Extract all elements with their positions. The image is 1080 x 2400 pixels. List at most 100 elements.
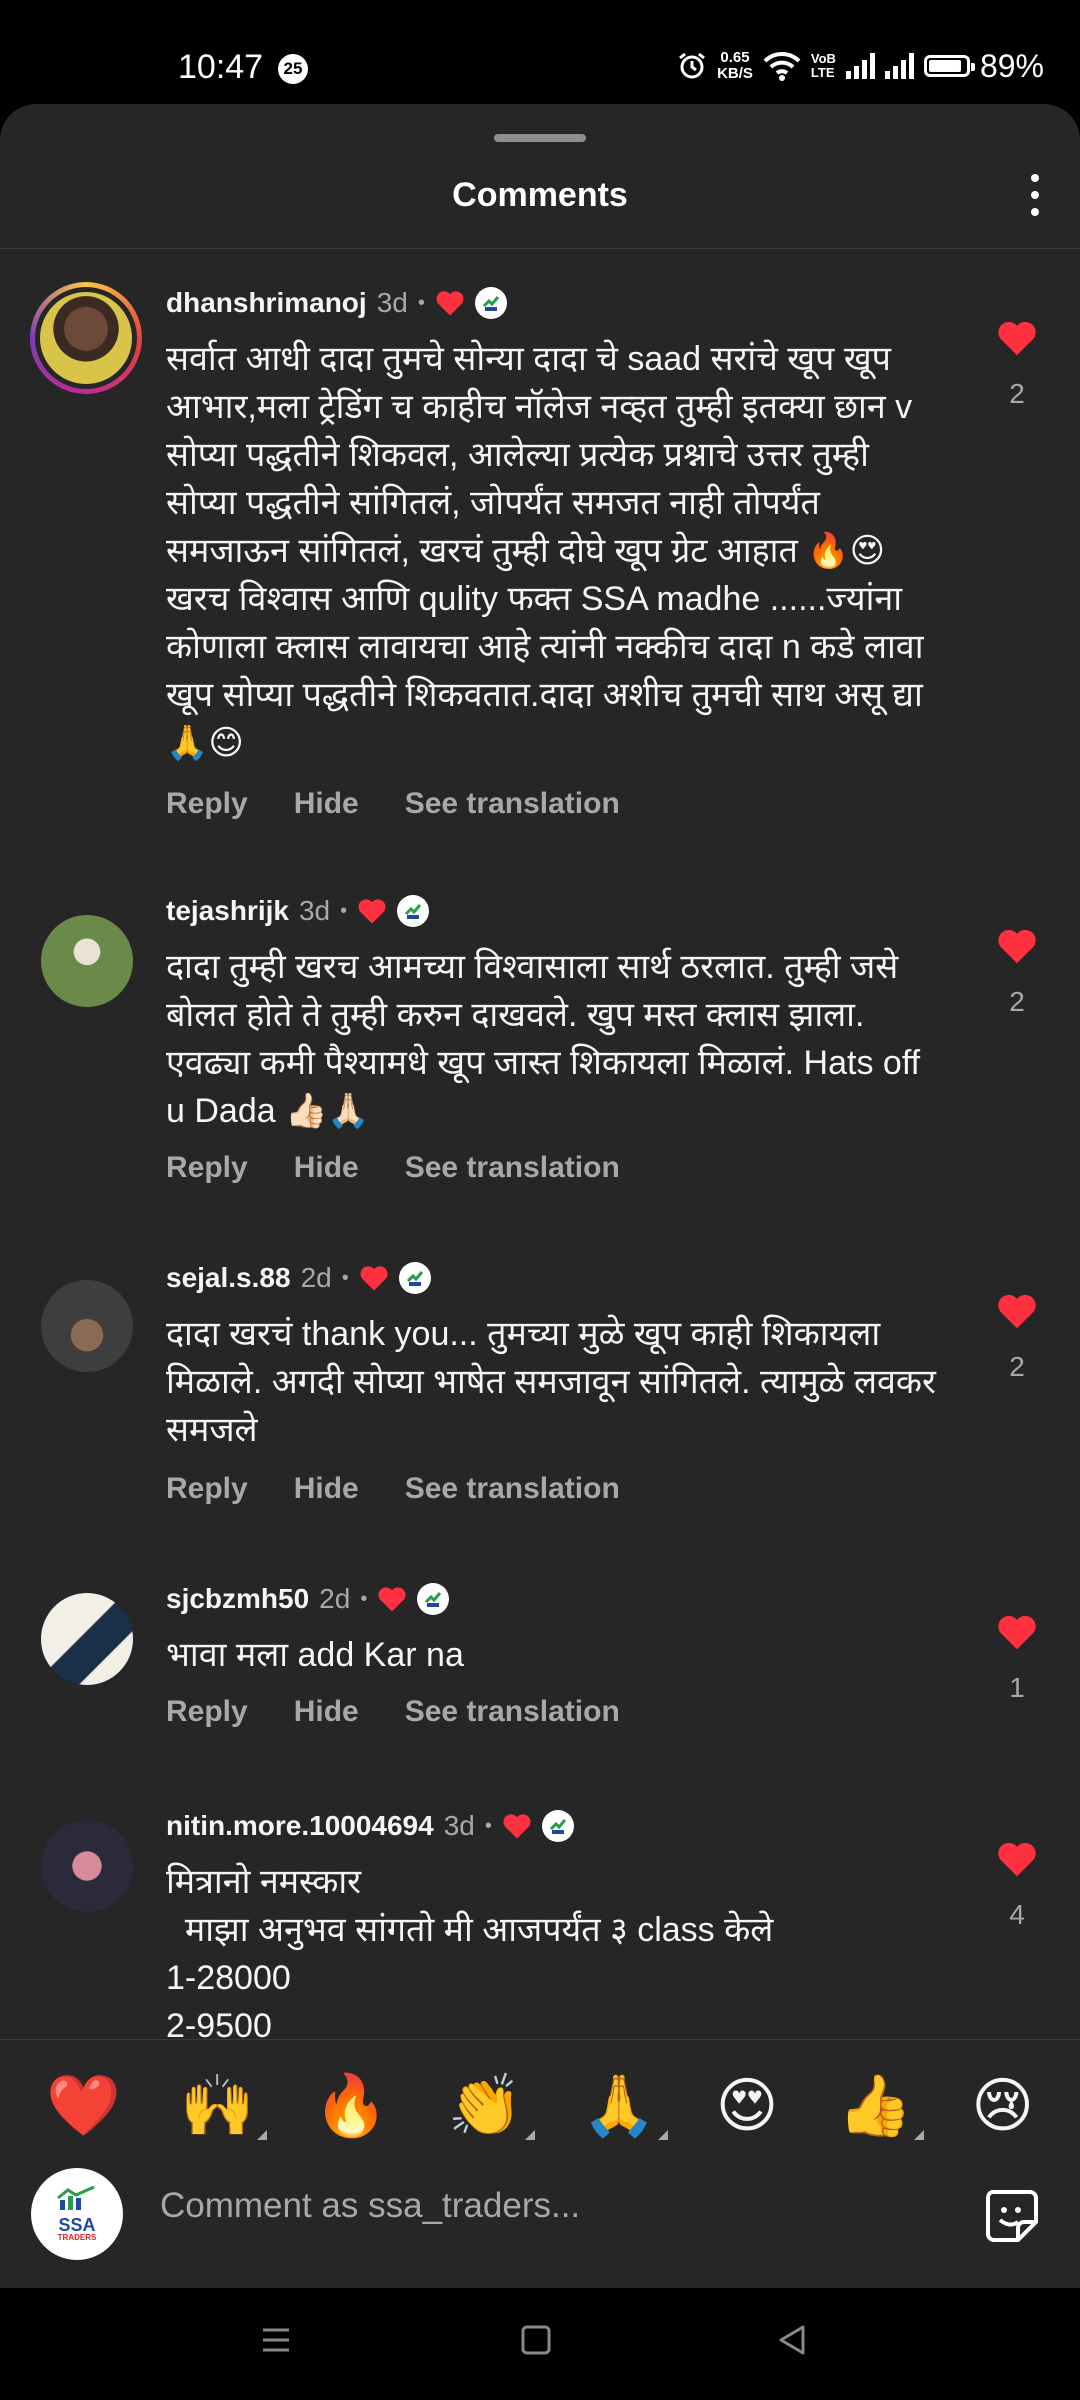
comment-actions: Reply Hide See translation <box>166 1151 620 1185</box>
comments-sheet: Comments dhanshrimanoj 3d • सर्वात आधी द… <box>0 104 1080 2288</box>
see-translation-button[interactable]: See translation <box>405 1472 620 1506</box>
see-translation-button[interactable]: See translation <box>405 1151 620 1185</box>
avatar[interactable] <box>40 292 132 384</box>
comments-list[interactable]: dhanshrimanoj 3d • सर्वात आधी दादा तुमचे… <box>0 249 1080 2039</box>
comment-username[interactable]: sjcbzmh50 <box>166 1583 309 1615</box>
comment-composer-panel: ❤️ 🙌 🔥 👏 🙏 😍 👍 😢 SSA TRADERS Comment as … <box>0 2039 1080 2288</box>
comment-text: भावा मला add Kar na <box>166 1636 464 1674</box>
creator-liked-heart-icon <box>436 291 464 316</box>
avatar[interactable] <box>41 1280 133 1372</box>
reaction-pray[interactable]: 🙏 <box>582 2066 669 2146</box>
creator-avatar-icon <box>541 1810 574 1842</box>
wifi-icon <box>763 51 801 81</box>
separator-dot: • <box>341 1266 349 1289</box>
comment-username[interactable]: sejal.s.88 <box>166 1262 291 1294</box>
like-count: 2 <box>1009 1351 1025 1382</box>
comment-time: 3d <box>376 287 408 318</box>
comment-time: 2d <box>300 1262 332 1293</box>
comment-header: sejal.s.88 2d • <box>166 1262 431 1294</box>
ssa-logo-text: SSA <box>58 2215 96 2235</box>
comment-username[interactable]: dhanshrimanoj <box>166 287 367 319</box>
comment-header: nitin.more.10004694 3d • <box>166 1810 574 1842</box>
like-control: 2 <box>992 319 1042 410</box>
network-speed: 0.65 KB/S <box>717 49 753 82</box>
separator-dot: • <box>360 1587 368 1610</box>
comment-username[interactable]: nitin.more.10004694 <box>166 1810 434 1842</box>
see-translation-button[interactable]: See translation <box>405 787 620 821</box>
heart-icon[interactable] <box>996 927 1038 965</box>
sheet-title: Comments <box>452 176 628 214</box>
avatar[interactable] <box>41 1820 133 1912</box>
more-options-icon[interactable] <box>1030 174 1040 216</box>
ssa-logo-icon <box>57 2185 95 2210</box>
reply-button[interactable]: Reply <box>166 1695 248 1729</box>
like-count: 2 <box>1009 378 1025 409</box>
creator-liked-heart-icon <box>360 1266 388 1291</box>
comment-time: 3d <box>443 1810 475 1841</box>
like-control: 2 <box>992 927 1042 1018</box>
reply-button[interactable]: Reply <box>166 1151 248 1185</box>
creator-avatar-icon <box>417 1583 450 1615</box>
reaction-raised-hands[interactable]: 🙌 <box>180 2066 267 2146</box>
see-translation-button[interactable]: See translation <box>405 1695 620 1729</box>
story-ring[interactable] <box>30 282 142 394</box>
comment-time: 3d <box>298 895 331 926</box>
volte-indicator: VoB LTE <box>810 51 836 80</box>
comment-header: dhanshrimanoj 3d • <box>166 287 507 319</box>
hide-button[interactable]: Hide <box>294 1472 359 1506</box>
avatar[interactable] <box>41 915 133 1007</box>
comment-header: sjcbzmh50 2d • <box>166 1583 450 1615</box>
reaction-crying[interactable]: 😢 <box>971 2066 1034 2146</box>
heart-icon[interactable] <box>996 1613 1038 1651</box>
reaction-clap[interactable]: 👏 <box>448 2066 535 2146</box>
comment-item: nitin.more.10004694 3d • मित्रानो नमस्का… <box>0 1774 1080 2039</box>
creator-avatar-icon <box>397 895 430 927</box>
signal-icon-1 <box>845 53 875 79</box>
reaction-heart-eyes[interactable]: 😍 <box>716 2066 779 2146</box>
creator-liked-heart-icon <box>503 1814 531 1839</box>
creator-avatar-icon <box>474 287 507 319</box>
battery-icon <box>923 55 975 77</box>
sticker-icon[interactable] <box>982 2186 1040 2244</box>
signal-icon-2 <box>884 53 914 79</box>
avatar[interactable] <box>41 1593 133 1685</box>
comment-item: sjcbzmh50 2d • भावा मला add Kar na Reply… <box>0 1547 1080 1757</box>
drag-handle[interactable] <box>494 134 586 142</box>
comment-item: sejal.s.88 2d • दादा खरचं thank you... त… <box>0 1224 1080 1524</box>
battery-percent: 89% <box>979 47 1044 84</box>
comment-text: सर्वात आधी दादा तुमचे सोन्या दादा चे saa… <box>166 340 933 762</box>
composer-avatar: SSA TRADERS <box>31 2168 123 2260</box>
comment-username[interactable]: tejashrijk <box>166 895 289 927</box>
comment-input[interactable]: Comment as ssa_traders... <box>160 2186 580 2226</box>
recent-apps-icon[interactable] <box>259 2323 293 2357</box>
reply-button[interactable]: Reply <box>166 1472 248 1506</box>
heart-icon[interactable] <box>996 1292 1038 1330</box>
home-icon[interactable] <box>519 2323 553 2357</box>
creator-avatar-icon <box>398 1262 431 1294</box>
reaction-fire[interactable]: 🔥 <box>314 2066 389 2146</box>
heart-icon[interactable] <box>996 319 1038 357</box>
comment-actions: Reply Hide See translation <box>166 787 620 821</box>
comment-text: दादा तुम्ही खरच आमच्या विश्वासाला सार्थ … <box>166 948 930 1130</box>
separator-dot: • <box>340 899 348 922</box>
reply-button[interactable]: Reply <box>166 787 248 821</box>
hide-button[interactable]: Hide <box>294 1151 359 1185</box>
comment-actions: Reply Hide See translation <box>166 1472 620 1506</box>
hide-button[interactable]: Hide <box>294 1695 359 1729</box>
system-nav-bar <box>0 2288 1080 2400</box>
separator-dot: • <box>417 291 425 314</box>
hide-button[interactable]: Hide <box>294 787 359 821</box>
quick-reactions-bar: ❤️ 🙌 🔥 👏 🙏 😍 👍 😢 <box>0 2066 1080 2146</box>
reaction-heart[interactable]: ❤️ <box>46 2066 121 2146</box>
back-icon[interactable] <box>775 2323 809 2357</box>
status-icons: 0.65 KB/S VoB LTE 89% <box>677 44 1044 88</box>
comment-header: tejashrijk 3d • <box>166 895 430 927</box>
comment-item: tejashrijk 3d • दादा तुम्ही खरच आमच्या व… <box>0 859 1080 1209</box>
like-control: 1 <box>992 1613 1042 1704</box>
comment-actions: Reply Hide See translation <box>166 1695 620 1729</box>
creator-liked-heart-icon <box>378 1587 406 1612</box>
like-count: 4 <box>1009 1899 1025 1930</box>
comment-text: दादा खरचं thank you... तुमच्या मुळे खूप … <box>166 1315 946 1449</box>
heart-icon[interactable] <box>996 1840 1038 1878</box>
reaction-thumbs-up[interactable]: 👍 <box>837 2066 925 2146</box>
